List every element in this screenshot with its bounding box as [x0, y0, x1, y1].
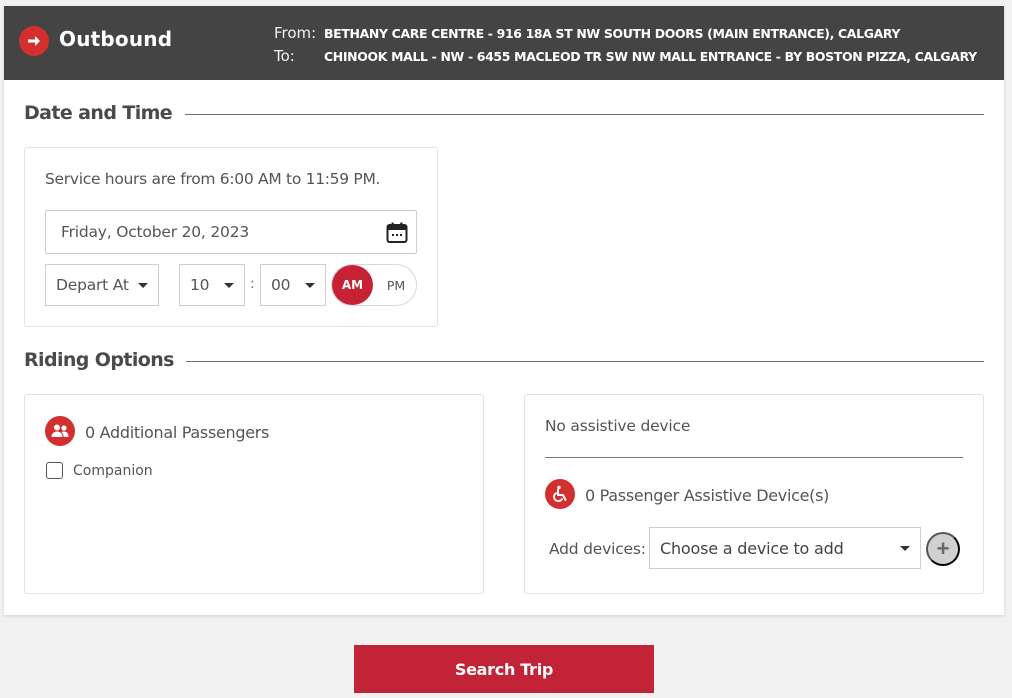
route-info: From: BETHANY CARE CENTRE - 916 18A ST N…	[274, 22, 983, 68]
companion-label[interactable]: Companion	[73, 463, 153, 479]
am-pm-toggle[interactable]: AM PM	[331, 264, 417, 306]
additional-passengers-count: 0 Additional Passengers	[85, 423, 270, 442]
section-divider	[186, 361, 984, 362]
trip-card: Outbound From: BETHANY CARE CENTRE - 916…	[4, 6, 1004, 615]
depart-mode-value: Depart At	[56, 276, 129, 294]
date-input[interactable]: Friday, October 20, 2023	[45, 210, 417, 254]
hour-value: 10	[190, 276, 210, 294]
direction-title: Outbound	[59, 27, 173, 51]
devices-panel: No assistive device 0 Passenger Assistiv…	[524, 394, 984, 594]
chevron-down-icon	[138, 283, 148, 288]
from-label: From:	[274, 24, 317, 42]
search-trip-button[interactable]: Search Trip	[354, 645, 654, 693]
people-icon	[45, 416, 75, 446]
riding-options-heading: Riding Options	[24, 349, 174, 371]
pm-button[interactable]: PM	[380, 265, 412, 305]
passengers-panel: 0 Additional Passengers Companion	[24, 394, 484, 594]
wheelchair-icon	[545, 479, 575, 509]
hour-select[interactable]: 10	[179, 264, 245, 306]
minute-select[interactable]: 00	[260, 264, 326, 306]
am-button[interactable]: AM	[332, 265, 373, 305]
depart-mode-select[interactable]: Depart At	[45, 264, 159, 306]
chevron-down-icon	[224, 283, 234, 288]
service-hours-text: Service hours are from 6:00 AM to 11:59 …	[45, 170, 381, 188]
device-select-placeholder: Choose a device to add	[660, 539, 844, 558]
section-divider	[185, 114, 984, 115]
add-devices-label: Add devices:	[549, 540, 646, 558]
trip-header: Outbound From: BETHANY CARE CENTRE - 916…	[4, 6, 1004, 80]
chevron-down-icon	[900, 546, 910, 551]
device-select[interactable]: Choose a device to add	[649, 527, 921, 569]
chevron-down-icon	[305, 283, 315, 288]
to-address: CHINOOK MALL - NW - 6455 MACLEOD TR SW N…	[324, 49, 977, 64]
minute-value: 00	[271, 276, 291, 294]
arrow-right-icon	[19, 26, 49, 56]
route-from: From: BETHANY CARE CENTRE - 916 18A ST N…	[274, 22, 983, 45]
from-address: BETHANY CARE CENTRE - 916 18A ST NW SOUT…	[324, 26, 901, 41]
time-separator: :	[250, 276, 255, 292]
calendar-icon[interactable]	[385, 221, 409, 245]
no-device-text: No assistive device	[545, 417, 691, 435]
date-time-heading: Date and Time	[24, 102, 173, 124]
assistive-device-count: 0 Passenger Assistive Device(s)	[585, 486, 830, 505]
to-label: To:	[274, 47, 295, 65]
date-value: Friday, October 20, 2023	[61, 223, 250, 241]
route-to: To: CHINOOK MALL - NW - 6455 MACLEOD TR …	[274, 45, 983, 68]
date-time-panel: Service hours are from 6:00 AM to 11:59 …	[24, 147, 438, 327]
companion-checkbox[interactable]	[46, 462, 63, 479]
device-divider	[545, 457, 963, 458]
add-device-button[interactable]: +	[926, 532, 960, 566]
